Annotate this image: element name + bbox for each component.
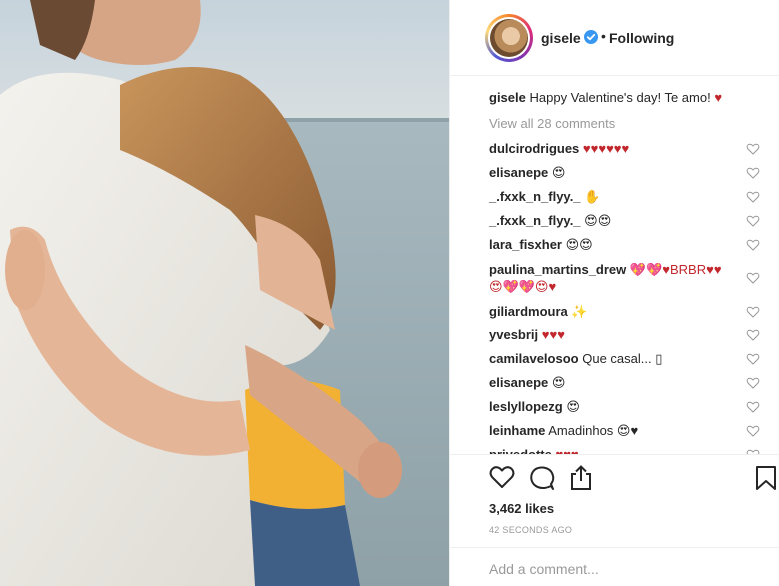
comment-username[interactable]: privedotte [489,447,552,454]
comment-username[interactable]: _.fxxk_n_flyy._ [489,189,581,204]
comment-row: _.fxxk_n_flyy._ 😍😍 [489,213,769,229]
comment-row: giliardmoura ✨ [489,304,769,320]
comment-username[interactable]: _.fxxk_n_flyy._ [489,213,581,228]
post-caption: gisele Happy Valentine's day! Te amo! ♥ [489,90,722,106]
comment-username[interactable]: yvesbrij [489,327,538,342]
share-icon[interactable] [569,465,593,491]
comment-like-icon[interactable] [746,328,760,342]
comment-text: 😍😍 [584,213,612,228]
comment-text: 😍 [551,375,566,390]
comment-row: dulcirodrigues ♥♥♥♥♥♥ [489,141,769,157]
comment-username[interactable]: camilavelosoo [489,351,579,366]
bookmark-icon[interactable] [755,465,777,491]
caption-text: Happy Valentine's day! Te amo! [529,90,711,105]
comment-like-icon[interactable] [746,166,760,180]
comment-username[interactable]: elisanepe [489,375,548,390]
add-comment-input[interactable] [489,560,759,578]
post-header: gisele • Following [450,0,779,76]
comment-text: Amadinhos 😍♥ [548,423,639,438]
caption-emoji: ♥ [714,90,723,105]
comment-like-icon[interactable] [746,352,760,366]
comment-text: ♥♥♥ [541,327,565,342]
comment-text: 😍 [551,165,566,180]
comment-row: paulina_martins_drew 💖💖♥BRBR♥♥ [489,262,769,278]
speech-bubble-icon[interactable] [529,465,555,491]
comment-like-icon[interactable] [746,190,760,204]
comment-username[interactable]: leinhame [489,423,545,438]
couple-photo-illustration [0,0,449,586]
comment-like-icon[interactable] [746,424,760,438]
avatar[interactable] [490,19,528,57]
comment-row: lara_fisxher 😍😍 [489,237,769,253]
comments-section[interactable]: gisele Happy Valentine's day! Te amo! ♥ … [450,76,779,454]
comment-row: privedotte ♥♥♥ [489,447,769,454]
header-username[interactable]: gisele [541,30,581,46]
comment-text: 😍 [566,399,580,414]
comment-like-icon[interactable] [746,238,760,252]
comment-username[interactable]: leslyllopezg [489,399,563,414]
comment-username[interactable]: dulcirodrigues [489,141,579,156]
comment-text: 😍😍 [565,237,593,252]
comment-row: elisanepe 😍 [489,165,769,181]
comment-row: camilavelosoo Que casal... ▯ [489,351,769,367]
post-timestamp[interactable]: 42 SECONDS AGO [489,525,572,535]
comment-username[interactable]: elisanepe [489,165,548,180]
verified-badge-icon [584,30,598,44]
view-all-comments-link[interactable]: View all 28 comments [489,116,615,131]
comment-text: ♥♥♥ [555,447,578,454]
comment-text: ✋ [584,189,601,204]
comment-row: leinhame Amadinhos 😍♥ [489,423,769,439]
add-comment-bar [450,547,779,586]
heart-outline-icon[interactable] [489,465,515,489]
post-side-panel: gisele • Following gisele Happy Valentin… [449,0,779,586]
comment-text: Que casal... ▯ [582,351,663,366]
following-button[interactable]: Following [609,30,674,46]
comment-like-icon[interactable] [746,271,760,285]
comment-like-icon[interactable] [746,214,760,228]
comment-row: _.fxxk_n_flyy._ ✋ [489,189,769,205]
comment-like-icon[interactable] [746,376,760,390]
comment-text: ♥♥♥♥♥♥ [582,141,630,156]
comment-like-icon[interactable] [746,142,760,156]
caption-username[interactable]: gisele [489,90,526,105]
comment-text-continued: 😍💖💖😍♥ [489,279,557,294]
comment-row: elisanepe 😍 [489,375,769,391]
comment-like-icon[interactable] [746,305,760,319]
story-ring[interactable] [485,14,533,62]
separator-dot: • [601,28,606,44]
likes-count[interactable]: 3,462 likes [489,501,554,516]
comment-text: 💖💖♥BRBR♥♥ [629,262,722,277]
comment-username[interactable]: lara_fisxher [489,237,562,252]
comment-like-icon[interactable] [746,400,760,414]
comment-username[interactable]: paulina_martins_drew [489,262,626,277]
comment-row: leslyllopezg 😍 [489,399,769,415]
post-actions: 3,462 likes 42 SECONDS AGO [450,454,779,586]
comment-text: ✨ [571,304,588,319]
comment-row: yvesbrij ♥♥♥ [489,327,769,343]
comment-username[interactable]: giliardmoura [489,304,568,319]
post-photo[interactable] [0,0,449,586]
